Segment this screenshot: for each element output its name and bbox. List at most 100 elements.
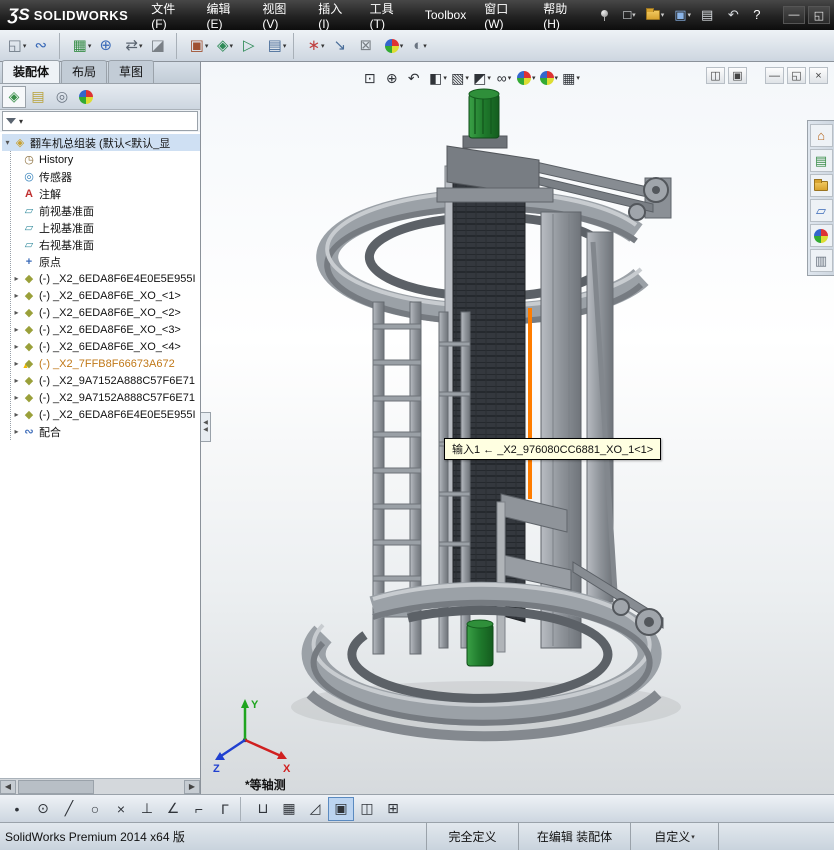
expander-icon[interactable]: ▾ (2, 138, 13, 147)
scroll-left-icon[interactable]: ◀ (0, 779, 16, 794)
close-window-icon[interactable]: × (809, 67, 828, 84)
shaded-sketch-contours-icon[interactable]: ▣ (328, 796, 354, 821)
tree-item[interactable]: ▸ 传感器 (11, 168, 200, 185)
tree-item[interactable]: ▸ 原点 (11, 253, 200, 270)
scrollbar-track[interactable] (16, 779, 184, 794)
expander-icon[interactable]: ▸ (11, 274, 22, 283)
featuremanager-tab-icon[interactable]: ◈ (2, 85, 26, 108)
linear-sketch-pattern-icon[interactable]: ▦ (276, 797, 302, 821)
maximize-button[interactable]: ◱ (808, 6, 830, 24)
menu-file[interactable]: 文件(F) (142, 0, 197, 31)
separator[interactable] (240, 796, 248, 821)
move-component-icon[interactable]: ⇄ ▾ (121, 33, 147, 59)
minimize-button[interactable]: — (783, 6, 805, 24)
corner-rectangle-icon[interactable]: ⌐ (186, 797, 212, 821)
assembly-features-icon[interactable]: ▣ ▾ (186, 33, 212, 59)
configurationmanager-tab-icon[interactable]: ◎ (50, 86, 74, 108)
zoom-to-area-icon[interactable]: ⊕ ▾ (383, 66, 405, 90)
tree-item[interactable]: ▸ 右视基准面 (11, 236, 200, 253)
graphics-area[interactable]: ⊡ ▾ ⊕ ▾ ↶ ▾ ◧ ▾ (201, 62, 834, 794)
convert-entities-icon[interactable]: Γ (212, 797, 238, 821)
view-settings-icon[interactable]: ▦ ▾ (560, 66, 582, 90)
section-view-icon[interactable]: ◧ ▾ (427, 66, 449, 90)
open-icon[interactable]: ▾ (642, 8, 669, 22)
design-library-icon[interactable]: ▤ (809, 149, 833, 172)
tab-sketch[interactable]: 草图 (108, 60, 155, 83)
edit-appearance-icon[interactable]: ▾ (515, 66, 538, 90)
print-icon[interactable]: ▤ ▾ (697, 6, 722, 24)
tab-assembly[interactable]: 装配体 (2, 60, 61, 83)
tree-item[interactable]: ▸ 前视基准面 (11, 202, 200, 219)
menu-tools[interactable]: 工具(T) (361, 0, 416, 31)
rear-column[interactable] (586, 231, 614, 603)
apply-scene-icon[interactable]: ▾ (538, 66, 561, 90)
filter-dropdown-icon[interactable]: ▾ (19, 117, 23, 126)
show-hidden-components-icon[interactable]: ◪ ▾ (147, 33, 173, 59)
appearances-icon[interactable] (809, 224, 833, 247)
sketch-table-icon[interactable]: ⊞ (380, 797, 406, 821)
separator[interactable]: ▾ (59, 32, 66, 59)
tree-item[interactable]: ▸ (-) _X2_6EDA8F6E4E0E5E955I (11, 406, 200, 423)
straight-slot-icon[interactable]: ⊔ (250, 797, 276, 821)
expander-icon[interactable]: ▸ (11, 308, 22, 317)
undo-icon[interactable]: ↶ ▾ (724, 6, 747, 24)
expander-icon[interactable]: ▸ (11, 427, 22, 436)
menu-insert[interactable]: 插入(I) (309, 0, 360, 31)
tree-item[interactable]: ▸ (-) _X2_9A7152A888C57F6E71 (11, 389, 200, 406)
insert-components-icon[interactable]: ◱ ▾ (4, 33, 30, 59)
mirror-entities-icon[interactable]: ◫ (354, 797, 380, 821)
new-document-icon[interactable]: □ ▾ (619, 6, 639, 24)
view-orientation-icon[interactable]: ▧ ▾ (449, 66, 471, 90)
sketch-chamfer-icon[interactable]: ◿ (302, 797, 328, 821)
menu-view[interactable]: 视图(V) (253, 0, 309, 31)
tree-filter-input[interactable]: ▾ (2, 111, 198, 131)
hide-show-items-icon[interactable]: ∞ ▾ (493, 66, 515, 90)
tree-item[interactable]: ▸ History (11, 151, 200, 168)
reference-geometry-icon[interactable]: ◈ ▾ (212, 33, 238, 59)
tree-item[interactable]: ▸ 上视基准面 (11, 219, 200, 236)
tile-window-icon[interactable]: ◫ (706, 67, 725, 84)
minimize-window-icon[interactable]: — (765, 67, 784, 84)
expander-icon[interactable]: ▸ (11, 342, 22, 351)
menu-toolbox[interactable]: Toolbox (416, 0, 475, 30)
instant-3d-icon[interactable]: ↘ ▾ (329, 33, 355, 59)
expander-icon[interactable]: ▸ (11, 359, 22, 368)
expander-icon[interactable]: ▸ (11, 376, 22, 385)
displaymanager-tab-icon[interactable] (74, 86, 98, 108)
smart-fasteners-icon[interactable]: ⊕ ▾ (95, 33, 121, 59)
linear-component-pattern-icon[interactable]: ▦ ▾ (69, 33, 95, 59)
bottom-motor[interactable] (466, 619, 494, 667)
zoom-to-fit-icon[interactable]: ⊡ ▾ (361, 66, 383, 90)
tree-item[interactable]: ▸ (-) _X2_6EDA8F6E4E0E5E955I (11, 270, 200, 287)
propertymanager-tab-icon[interactable]: ▤ (26, 86, 50, 108)
expander-icon[interactable]: ▸ (11, 410, 22, 419)
model-3d[interactable] (201, 62, 834, 794)
tree-item[interactable]: ▸ (-) _X2_7FFB8F66673A672 (11, 355, 200, 372)
tree-item[interactable]: ▸ (-) _X2_6EDA8F6E_XO_<3> (11, 321, 200, 338)
perpendicular-relation-icon[interactable]: ⊥ (134, 797, 160, 821)
tree-item[interactable]: ▸ 配合 (11, 423, 200, 440)
tree-root-item[interactable]: ▾ 翻车机总组装 (默认<默认_显 (2, 134, 200, 151)
new-motion-study-icon[interactable]: ▷ ▾ (238, 33, 264, 59)
smart-dimension-icon[interactable]: ∠ (160, 797, 186, 821)
file-explorer-icon[interactable] (809, 174, 833, 197)
ellipse-tool-icon[interactable]: ○ (82, 797, 108, 821)
mate-icon[interactable]: ∾ ▾ (30, 33, 56, 59)
separator[interactable]: ▾ (176, 32, 183, 59)
apply-scene-icon[interactable]: ◐ ▾ (407, 33, 433, 59)
pin-icon[interactable] (599, 9, 611, 21)
custom-status-dropdown[interactable]: 自定义 ▾ (630, 823, 718, 850)
expander-icon[interactable]: ▸ (11, 393, 22, 402)
expander-icon[interactable]: ▸ (11, 325, 22, 334)
trim-entities-icon[interactable]: × (108, 797, 134, 821)
scroll-right-icon[interactable]: ▶ (184, 779, 200, 794)
display-style-icon[interactable]: ◩ ▾ (471, 66, 493, 90)
tab-layout[interactable]: 布局 (61, 60, 108, 83)
interference-detection-icon[interactable]: ⊠ ▾ (355, 33, 381, 59)
tree-horizontal-scrollbar[interactable]: ◀ ▶ (0, 778, 200, 794)
tree-item[interactable]: ▸ (-) _X2_6EDA8F6E_XO_<2> (11, 304, 200, 321)
help-icon[interactable]: ? ▾ (749, 6, 769, 24)
circle-tool-icon[interactable]: ⊙ (30, 797, 56, 821)
menu-edit[interactable]: 编辑(E) (198, 0, 254, 31)
previous-view-icon[interactable]: ↶ ▾ (405, 66, 427, 90)
